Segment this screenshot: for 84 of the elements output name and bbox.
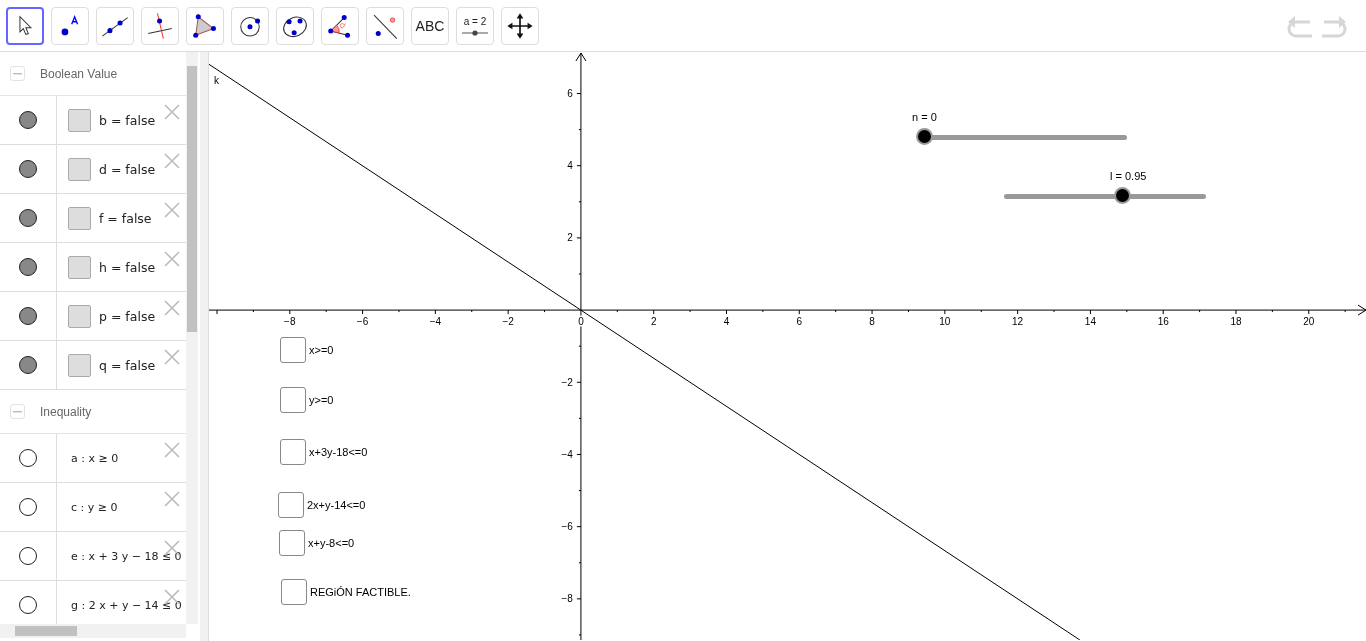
x-tick-label: 12 <box>1012 316 1024 328</box>
checkbox[interactable] <box>280 337 306 363</box>
visibility-toggle[interactable] <box>19 160 37 178</box>
y-tick-label: 6 <box>567 88 573 99</box>
collapse-toggle[interactable] <box>10 404 25 419</box>
y-tick-label: −8 <box>561 593 573 605</box>
slider-icon <box>462 29 488 36</box>
checkbox[interactable] <box>68 206 91 230</box>
group-title: Inequality <box>40 404 92 419</box>
visibility-toggle[interactable] <box>19 449 37 467</box>
y-tick-label: −4 <box>561 448 573 460</box>
x-tick-label: −2 <box>502 316 514 328</box>
line-label: k <box>214 75 219 87</box>
checkbox[interactable] <box>281 579 307 605</box>
checkbox[interactable] <box>68 108 91 132</box>
text-tool-button[interactable]: ABC <box>411 6 449 45</box>
algebra-text: e : x + 3 y − 18 ≤ 0 <box>71 549 182 563</box>
x-tick-label: −4 <box>429 316 442 328</box>
algebra-text: c : y ≥ 0 <box>71 500 118 514</box>
slider-tool-button[interactable]: a = 2 <box>456 6 494 45</box>
checkbox-label: 2x+y-14<=0 <box>307 499 366 511</box>
slider-label: n = 0 <box>912 111 937 123</box>
slider-thumb[interactable] <box>1114 187 1132 204</box>
checkbox[interactable] <box>68 353 91 377</box>
x-tick-label: 14 <box>1084 316 1096 328</box>
algebra-text: f = false <box>99 210 152 226</box>
checkbox[interactable] <box>280 387 306 413</box>
visibility-toggle[interactable] <box>19 356 37 374</box>
checkbox[interactable] <box>279 530 305 556</box>
checkbox-label: y>=0 <box>309 394 334 406</box>
algebra-text: d = false <box>99 161 156 177</box>
visibility-toggle[interactable] <box>19 111 37 129</box>
y-tick-label: 2 <box>567 232 573 244</box>
x-tick-label: −6 <box>356 316 369 328</box>
x-tick-label: 4 <box>723 316 730 328</box>
y-tick-label: −6 <box>561 521 573 533</box>
visibility-toggle[interactable] <box>19 498 37 516</box>
algebra-row[interactable]: b = false <box>0 96 186 145</box>
slider-label: l = 0.95 <box>1110 170 1147 182</box>
algebra-text: q = false <box>99 357 156 373</box>
checkbox[interactable] <box>68 304 91 328</box>
y-tick-label: −2 <box>561 376 573 388</box>
algebra-row[interactable]: e : x + 3 y − 18 ≤ 0 <box>0 532 186 581</box>
visibility-toggle[interactable] <box>19 209 37 227</box>
algebra-row[interactable]: f = false <box>0 194 186 243</box>
vertical-scrollbar[interactable] <box>186 52 198 624</box>
horizontal-scrollbar[interactable] <box>0 624 186 638</box>
checkbox-label: x>=0 <box>309 344 334 356</box>
minus-icon <box>13 72 22 75</box>
algebra-row[interactable]: p = false <box>0 292 186 341</box>
checkbox[interactable] <box>68 157 91 181</box>
visibility-toggle[interactable] <box>19 596 37 614</box>
minus-icon <box>13 410 22 413</box>
checkbox[interactable] <box>280 439 306 465</box>
x-tick-label: 6 <box>796 316 803 328</box>
x-tick-label: 16 <box>1157 316 1169 328</box>
algebra-row[interactable]: d = false <box>0 145 186 194</box>
algebra-text: g : 2 x + y − 14 ≤ 0 <box>71 598 182 612</box>
slider-thumb[interactable] <box>916 128 933 145</box>
checkbox[interactable] <box>68 255 91 279</box>
algebra-row[interactable]: q = false <box>0 341 186 390</box>
visibility-toggle[interactable] <box>19 258 37 276</box>
algebra-row[interactable]: c : y ≥ 0 <box>0 483 186 532</box>
x-tick-label: 2 <box>650 316 657 328</box>
x-tick-label: −8 <box>284 316 296 328</box>
checkbox-label: x+3y-18<=0 <box>309 446 368 458</box>
visibility-toggle[interactable] <box>19 547 37 565</box>
algebra-text: h = false <box>99 259 156 275</box>
algebra-text: p = false <box>99 308 156 324</box>
algebra-row[interactable]: a : x ≥ 0 <box>0 434 186 483</box>
group-title: Boolean Value <box>40 66 118 81</box>
x-tick-label: 8 <box>869 316 875 328</box>
checkbox-label: x+y-8<=0 <box>308 537 355 549</box>
algebra-text: b = false <box>99 112 156 128</box>
x-tick-label: 20 <box>1303 316 1315 328</box>
checkbox-label: REGiÓN FACTIBLE. <box>310 586 411 598</box>
x-tick-label: 18 <box>1230 316 1242 328</box>
checkbox[interactable] <box>278 492 304 518</box>
algebra-text: a : x ≥ 0 <box>71 451 119 465</box>
collapse-toggle[interactable] <box>10 66 25 81</box>
visibility-toggle[interactable] <box>19 307 37 325</box>
x-tick-label: 10 <box>939 316 951 328</box>
y-tick-label: 4 <box>567 160 573 172</box>
algebra-row[interactable]: h = false <box>0 243 186 292</box>
